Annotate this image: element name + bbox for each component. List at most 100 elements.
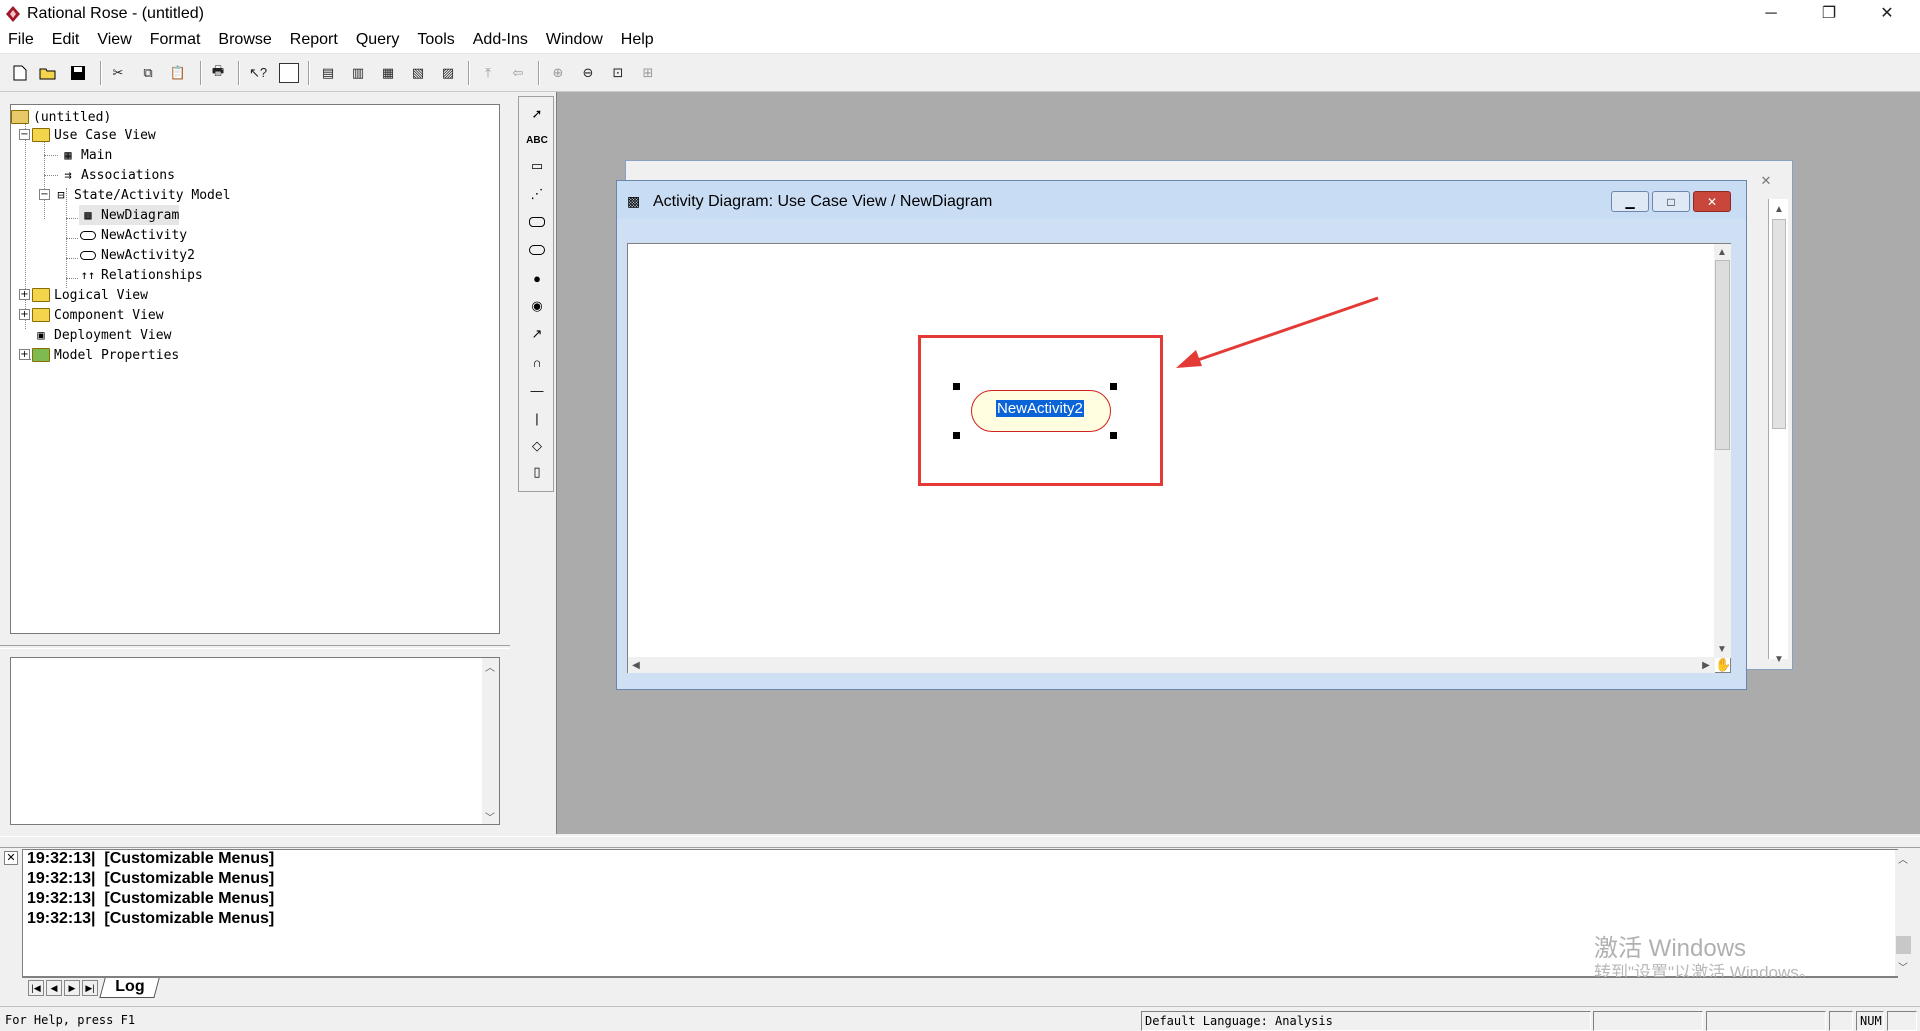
collapse-state-activity-model[interactable]: −: [39, 189, 50, 200]
diagram-minimize-button[interactable]: ▁: [1611, 191, 1649, 212]
state-tool-icon[interactable]: [525, 211, 549, 233]
log-vertical-scrollbar[interactable]: ︿ ﹀: [1895, 850, 1912, 976]
print-icon[interactable]: 🖶: [208, 63, 228, 83]
menu-window[interactable]: Window: [538, 28, 611, 49]
tree-item-associations[interactable]: ⇉ Associations: [59, 165, 175, 185]
menu-add-ins[interactable]: Add-Ins: [465, 28, 536, 49]
expand-logical-view[interactable]: +: [19, 289, 30, 300]
back-close-icon[interactable]: ✕: [1756, 173, 1776, 189]
tree-item-state-activity-model[interactable]: ⊟ State/Activity Model: [52, 185, 230, 205]
scroll-down-icon[interactable]: ▼: [1714, 641, 1730, 657]
end-state-tool-icon[interactable]: ◉: [525, 295, 549, 317]
browse-component-diagram-icon[interactable]: ▦: [378, 63, 398, 83]
scroll-up-icon[interactable]: ︿: [1895, 850, 1911, 866]
browse-parent-icon[interactable]: ⤒: [478, 63, 498, 83]
tree-item-use-case-view[interactable]: Use Case View: [32, 125, 156, 145]
menu-report[interactable]: Report: [282, 28, 346, 49]
prev-tab-icon[interactable]: ◀: [46, 980, 62, 996]
tree-item-new-diagram[interactable]: ▩ NewDiagram: [79, 205, 180, 225]
back-vertical-scrollbar[interactable]: ▲ ▼: [1768, 199, 1788, 665]
close-button[interactable]: ✕: [1864, 0, 1910, 28]
next-tab-icon[interactable]: ▶: [64, 980, 80, 996]
zoom-out-icon[interactable]: ⊖: [578, 63, 598, 83]
tree-item-new-activity[interactable]: NewActivity: [79, 225, 187, 245]
cut-icon[interactable]: ✂: [108, 63, 128, 83]
scroll-thumb[interactable]: [1772, 219, 1786, 429]
activity-tool-icon[interactable]: [525, 239, 549, 261]
restore-button[interactable]: ❐: [1806, 0, 1852, 28]
menu-tools[interactable]: Tools: [409, 28, 462, 49]
save-icon[interactable]: [68, 63, 88, 83]
scroll-down-icon[interactable]: ﹀: [482, 808, 498, 824]
fit-in-window-icon[interactable]: ⊡: [608, 63, 628, 83]
last-tab-icon[interactable]: ▶|: [82, 980, 98, 996]
note-tool-icon[interactable]: ▭: [525, 155, 549, 177]
minimize-button[interactable]: ─: [1748, 0, 1794, 28]
scroll-left-icon[interactable]: ◀: [628, 657, 644, 673]
menu-view[interactable]: View: [89, 28, 139, 49]
scroll-down-icon[interactable]: ▼: [1771, 651, 1787, 667]
pan-hand-icon[interactable]: ✋: [1715, 657, 1731, 673]
scroll-up-icon[interactable]: ▲: [1714, 244, 1730, 260]
log-close-icon[interactable]: ✕: [4, 851, 18, 865]
view-documentation-icon[interactable]: [279, 63, 299, 83]
browser-splitter[interactable]: [0, 645, 510, 649]
menu-edit[interactable]: Edit: [44, 28, 88, 49]
browse-deployment-diagram-icon[interactable]: ▨: [438, 63, 458, 83]
tree-item-logical-view[interactable]: Logical View: [32, 285, 148, 305]
tree-item-new-activity2[interactable]: NewActivity2: [79, 245, 195, 265]
scroll-thumb[interactable]: [1715, 260, 1730, 450]
horizontal-sync-tool-icon[interactable]: —: [525, 379, 549, 401]
decision-tool-icon[interactable]: ◇: [525, 435, 549, 457]
browse-class-diagram-icon[interactable]: ▤: [318, 63, 338, 83]
diagram-close-button[interactable]: ✕: [1693, 191, 1731, 212]
menu-query[interactable]: Query: [348, 28, 408, 49]
vertical-sync-tool-icon[interactable]: |: [525, 407, 549, 429]
expand-component-view[interactable]: +: [19, 309, 30, 320]
start-state-tool-icon[interactable]: ●: [525, 267, 549, 289]
first-tab-icon[interactable]: |◀: [28, 980, 44, 996]
browse-previous-icon[interactable]: ⇦: [508, 63, 528, 83]
selection-tool-icon[interactable]: ➚: [525, 103, 549, 125]
context-help-icon[interactable]: ↖?: [248, 63, 268, 83]
paste-icon[interactable]: 📋: [168, 63, 188, 83]
menu-browse[interactable]: Browse: [210, 28, 279, 49]
open-folder-icon[interactable]: [38, 63, 58, 83]
text-tool-icon[interactable]: ABC: [525, 129, 549, 151]
tree-item-root[interactable]: (untitled): [11, 107, 111, 127]
menu-help[interactable]: Help: [613, 28, 662, 49]
undo-fit-icon[interactable]: ⊞: [638, 63, 658, 83]
copy-icon[interactable]: ⧉: [138, 63, 158, 83]
menu-file[interactable]: File: [0, 28, 42, 49]
transition-tool-icon[interactable]: ↗: [525, 323, 549, 345]
browse-state-diagram-icon[interactable]: ▧: [408, 63, 428, 83]
scroll-up-icon[interactable]: ▲: [1771, 201, 1787, 217]
diagram-window-title-bar[interactable]: ▩ Activity Diagram: Use Case View / NewD…: [617, 181, 1746, 219]
log-splitter[interactable]: [0, 836, 1920, 848]
self-transition-tool-icon[interactable]: ∩: [525, 351, 549, 373]
tree-item-main[interactable]: ▦ Main: [59, 145, 112, 165]
canvas-vertical-scrollbar[interactable]: ▲ ▼: [1714, 244, 1731, 658]
canvas-horizontal-scrollbar[interactable]: ◀ ▶: [628, 657, 1715, 673]
diagram-maximize-button[interactable]: □: [1652, 191, 1690, 212]
tree-item-relationships[interactable]: ↑↑ Relationships: [79, 265, 203, 285]
browse-interaction-diagram-icon[interactable]: ▥: [348, 63, 368, 83]
scroll-right-icon[interactable]: ▶: [1698, 657, 1714, 673]
menu-format[interactable]: Format: [142, 28, 209, 49]
anchor-note-tool-icon[interactable]: ⋰: [525, 183, 549, 205]
scroll-up-icon[interactable]: ︿: [482, 658, 498, 674]
tree-item-component-view[interactable]: Component View: [32, 305, 164, 325]
new-file-icon[interactable]: [10, 63, 30, 83]
tree-item-model-properties[interactable]: Model Properties: [32, 345, 179, 365]
log-window[interactable]: 19:32:13| [Customizable Menus] 19:32:13|…: [22, 849, 1912, 982]
expand-model-properties[interactable]: +: [19, 349, 30, 360]
doc-scrollbar[interactable]: ︿ ﹀: [482, 658, 499, 824]
scroll-thumb[interactable]: [1896, 936, 1911, 954]
documentation-pane[interactable]: ︿ ﹀: [10, 657, 500, 825]
scroll-down-icon[interactable]: ﹀: [1895, 958, 1911, 974]
zoom-in-icon[interactable]: ⊕: [548, 63, 568, 83]
collapse-use-case-view[interactable]: −: [19, 129, 30, 140]
swimlane-tool-icon[interactable]: ▯: [525, 461, 549, 483]
activity-diagram-window[interactable]: ▩ Activity Diagram: Use Case View / NewD…: [616, 180, 1747, 690]
tree-item-deployment-view[interactable]: ▣ Deployment View: [32, 325, 171, 345]
